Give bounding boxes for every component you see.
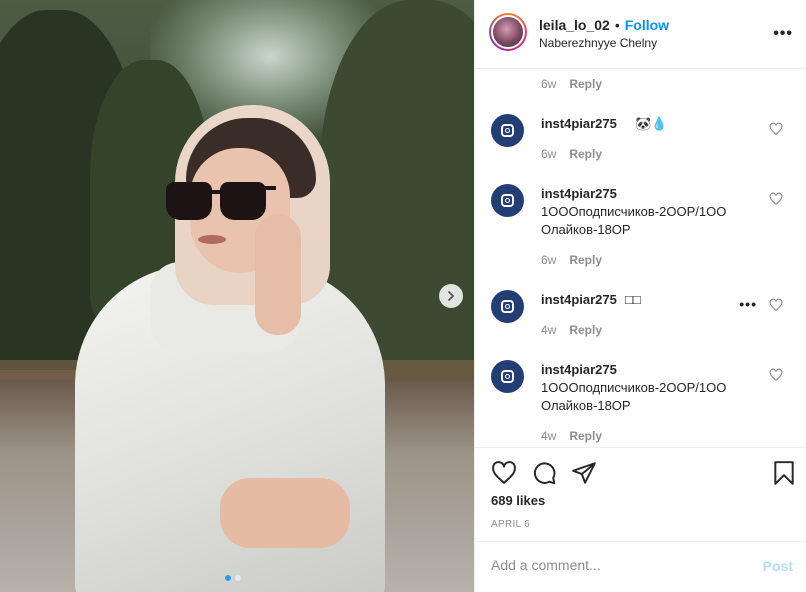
sunglasses-bridge — [206, 190, 222, 194]
commenter-avatar[interactable] — [491, 290, 524, 323]
post-comment-button[interactable]: Post — [763, 558, 793, 574]
reply-button[interactable]: Reply — [569, 323, 602, 337]
commenter-avatar[interactable] — [491, 360, 524, 393]
author-username[interactable]: leila_lo_02 — [539, 17, 610, 33]
comment-meta: 6w Reply — [541, 253, 602, 267]
heart-icon[interactable] — [769, 122, 783, 136]
post-date[interactable]: APRIL 6 — [491, 519, 530, 530]
comment-meta: 6w Reply — [541, 147, 602, 161]
author-avatar-image — [491, 15, 525, 49]
carousel-dot-active — [225, 575, 231, 581]
author-avatar[interactable] — [489, 13, 527, 51]
instagram-logo-icon — [501, 194, 514, 207]
reply-button[interactable]: Reply — [569, 429, 602, 443]
post-header: leila_lo_02 • Follow Naberezhnyye Chelny… — [475, 0, 806, 69]
heart-icon[interactable] — [491, 460, 517, 486]
comment-composer: Post — [475, 541, 806, 592]
heart-icon[interactable] — [769, 368, 783, 382]
heart-icon[interactable] — [769, 298, 783, 312]
more-options-icon[interactable]: ••• — [773, 25, 793, 43]
photo-lips — [198, 235, 226, 244]
comments-list[interactable]: 6w Reply inst4piar275 🐼💧 6w Reply inst4p… — [475, 69, 806, 447]
reply-button[interactable]: Reply — [569, 253, 602, 267]
instagram-logo-icon — [501, 300, 514, 313]
comment-time: 6w — [541, 147, 557, 161]
post-location[interactable]: Naberezhnyye Chelny — [539, 36, 657, 50]
separator-dot: • — [614, 17, 620, 33]
post-panel: leila_lo_02 • Follow Naberezhnyye Chelny… — [474, 0, 806, 592]
reply-button[interactable]: Reply — [569, 147, 602, 161]
comment-text: 1OOOподписчиков-2OOР/1OO Олайков-18OР — [541, 380, 727, 413]
chevron-right-icon — [448, 291, 454, 301]
comment-meta: 6w Reply — [541, 77, 602, 91]
likes-count[interactable]: 689 likes — [491, 493, 545, 508]
photo-hand — [220, 478, 350, 548]
comment-time: 6w — [541, 253, 557, 267]
comment-time: 6w — [541, 77, 557, 91]
commenter-username[interactable]: inst4piar275 — [541, 292, 617, 307]
heart-icon[interactable] — [769, 192, 783, 206]
comment-time: 4w — [541, 323, 557, 337]
commenter-username[interactable]: inst4piar275 — [541, 116, 617, 131]
paper-plane-icon[interactable] — [571, 460, 597, 486]
comment-meta: 4w Reply — [541, 429, 602, 443]
reply-button[interactable]: Reply — [569, 77, 602, 91]
carousel-next-button[interactable] — [439, 284, 463, 308]
commenter-username[interactable]: inst4piar275 — [541, 186, 617, 201]
follow-button[interactable]: Follow — [625, 17, 669, 33]
photo-hand — [255, 215, 301, 335]
comment-meta: 4w Reply — [541, 323, 602, 337]
sunglasses-lens — [220, 182, 266, 220]
add-comment-input[interactable] — [491, 557, 741, 573]
comment-time: 4w — [541, 429, 557, 443]
comment-icon[interactable] — [531, 460, 557, 486]
commenter-avatar[interactable] — [491, 114, 524, 147]
bookmark-icon[interactable] — [771, 460, 797, 486]
instagram-logo-icon — [501, 124, 514, 137]
sunglasses-arm — [264, 186, 276, 190]
commenter-avatar[interactable] — [491, 184, 524, 217]
author-line: leila_lo_02 • Follow — [539, 17, 669, 33]
comment-more-options-icon[interactable]: ••• — [739, 296, 757, 312]
post-actions-bar — [475, 447, 806, 497]
carousel-dot — [235, 575, 241, 581]
comment-text: 1OOOподписчиков-2OOР/1OO Олайков-18OР — [541, 204, 727, 237]
carousel-indicator — [225, 575, 241, 581]
post-photo[interactable] — [0, 0, 474, 592]
sunglasses-lens — [166, 182, 212, 220]
instagram-logo-icon — [501, 370, 514, 383]
commenter-username[interactable]: inst4piar275 — [541, 362, 617, 377]
